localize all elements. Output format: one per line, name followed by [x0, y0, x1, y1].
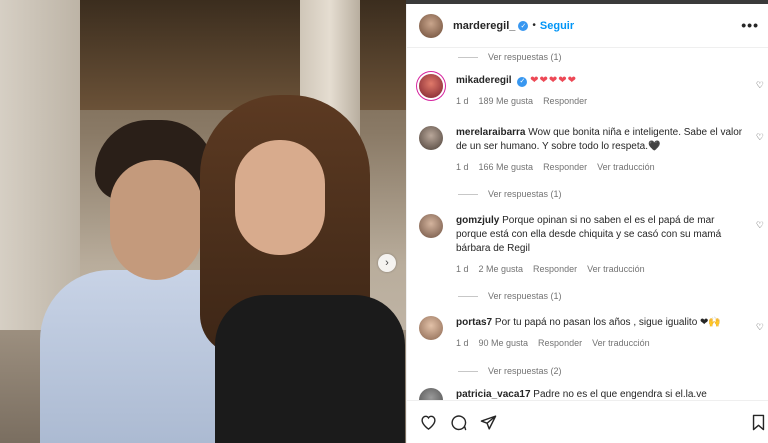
commenter-username[interactable]: mikaderegil: [456, 75, 512, 86]
comment-heart-icon[interactable]: ♡: [756, 132, 764, 143]
comment-likes[interactable]: 189 Me gusta: [479, 96, 534, 106]
comments-list: Ver respuestas (1) mikaderegil ✓ ❤❤❤❤❤ 1…: [407, 48, 768, 400]
comment-text: patricia_vaca17 Padre no es el que engen…: [456, 388, 746, 400]
comment-item: portas7 Por tu papá no pasan los años , …: [419, 316, 764, 350]
comment-text: merelaraibarra Wow que bonita niña e int…: [456, 126, 746, 154]
commenter-username[interactable]: portas7: [456, 317, 492, 328]
view-replies-link[interactable]: Ver respuestas (1): [458, 291, 562, 301]
comment-time[interactable]: 1 d: [456, 338, 469, 348]
comment-text: gomzjuly Porque opinan si no saben el es…: [456, 214, 746, 256]
comment-body: Padre no es el que engendra si el.la.ve: [533, 389, 707, 400]
replies-divider: [458, 56, 478, 58]
commenter-avatar[interactable]: [419, 388, 443, 400]
comment-meta: 1 d 2 Me gusta Responder Ver traducción: [456, 264, 645, 274]
comment-heart-icon[interactable]: ♡: [756, 220, 764, 231]
bookmark-icon[interactable]: [749, 413, 767, 431]
comment-time[interactable]: 1 d: [456, 96, 469, 106]
share-icon[interactable]: [479, 413, 497, 431]
view-replies-link[interactable]: Ver respuestas (2): [458, 366, 562, 376]
author-avatar[interactable]: [419, 13, 443, 38]
woman-top: [215, 295, 405, 443]
commenter-username[interactable]: patricia_vaca17: [456, 389, 531, 400]
more-options-icon[interactable]: •••: [741, 17, 759, 33]
commenter-avatar[interactable]: [419, 74, 443, 98]
replies-divider: [458, 295, 478, 297]
replies-divider: [458, 193, 478, 195]
comment-item: gomzjuly Porque opinan si no saben el es…: [419, 214, 764, 274]
woman-face: [235, 140, 325, 255]
commenter-avatar[interactable]: [419, 126, 443, 150]
post-action-bar: [407, 400, 768, 443]
reply-button[interactable]: Responder: [543, 96, 587, 106]
translate-button[interactable]: Ver traducción: [597, 162, 655, 172]
view-replies-label: Ver respuestas (2): [488, 366, 562, 376]
comment-meta: 1 d 189 Me gusta Responder: [456, 96, 587, 106]
verified-badge-icon: ✓: [517, 77, 528, 87]
comment-item: patricia_vaca17 Padre no es el que engen…: [419, 388, 764, 400]
heart-icon[interactable]: [419, 413, 437, 431]
post-photo[interactable]: ›: [0, 0, 406, 443]
comment-likes[interactable]: 2 Me gusta: [479, 264, 524, 274]
comment-time[interactable]: 1 d: [456, 162, 469, 172]
post-sidebar: marderegil_ ✓ • Seguir ••• Ver respuesta…: [406, 4, 768, 443]
reply-button[interactable]: Responder: [543, 162, 587, 172]
translate-button[interactable]: Ver traducción: [587, 264, 645, 274]
commenter-avatar[interactable]: [419, 316, 443, 340]
follow-button[interactable]: Seguir: [540, 20, 574, 32]
header-dot-separator: •: [532, 20, 536, 31]
author-username[interactable]: marderegil_: [453, 20, 515, 32]
translate-button[interactable]: Ver traducción: [592, 338, 650, 348]
comment-likes[interactable]: 90 Me gusta: [479, 338, 529, 348]
photo-person-woman: [185, 95, 405, 443]
verified-badge-icon: ✓: [518, 20, 529, 31]
reply-button[interactable]: Responder: [538, 338, 582, 348]
comment-item: mikaderegil ✓ ❤❤❤❤❤ 1 d 189 Me gusta Res…: [419, 74, 764, 114]
reply-button[interactable]: Responder: [533, 264, 577, 274]
comment-heart-icon[interactable]: ♡: [756, 80, 764, 91]
post-header: marderegil_ ✓ • Seguir •••: [407, 4, 768, 48]
comment-text: mikaderegil ✓ ❤❤❤❤❤: [456, 74, 746, 88]
view-replies-label: Ver respuestas (1): [488, 291, 562, 301]
comment-body: Por tu papá no pasan los años , sigue ig…: [494, 317, 721, 328]
replies-divider: [458, 370, 478, 372]
commenter-username[interactable]: merelaraibarra: [456, 127, 526, 138]
commenter-avatar[interactable]: [419, 214, 443, 238]
view-replies-link[interactable]: Ver respuestas (1): [458, 52, 562, 62]
hearts-emoji: ❤❤❤❤❤: [530, 75, 578, 86]
comment-item: merelaraibarra Wow que bonita niña e int…: [419, 126, 764, 172]
comment-time[interactable]: 1 d: [456, 264, 469, 274]
comment-likes[interactable]: 166 Me gusta: [479, 162, 534, 172]
comment-meta: 1 d 90 Me gusta Responder Ver traducción: [456, 338, 650, 348]
chevron-right-icon[interactable]: ›: [378, 254, 396, 272]
comment-heart-icon[interactable]: ♡: [756, 322, 764, 333]
view-replies-label: Ver respuestas (1): [488, 52, 562, 62]
comment-meta: 1 d 166 Me gusta Responder Ver traducció…: [456, 162, 655, 172]
comment-icon[interactable]: [449, 413, 467, 431]
view-replies-link[interactable]: Ver respuestas (1): [458, 189, 562, 199]
commenter-username[interactable]: gomzjuly: [456, 215, 499, 226]
view-replies-label: Ver respuestas (1): [488, 189, 562, 199]
comment-text: portas7 Por tu papá no pasan los años , …: [456, 316, 746, 330]
